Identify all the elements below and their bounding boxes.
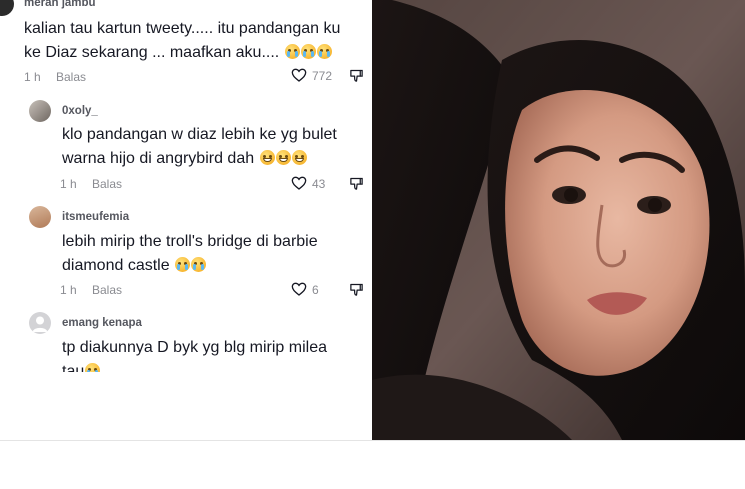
avatar[interactable] — [29, 100, 51, 122]
bottom-divider — [0, 440, 745, 441]
crying-emoji-icon — [85, 363, 101, 372]
comment-username[interactable]: emang kenapa — [62, 317, 142, 329]
crying-emoji-icon — [300, 44, 316, 59]
like-count: 772 — [312, 69, 333, 83]
comment-line: kalian tau kartun tweety..... itu pandan… — [24, 20, 341, 37]
heart-outline-icon[interactable] — [291, 176, 307, 190]
like-count: 43 — [312, 177, 326, 191]
comment-item: merah jambu kalian tau kartun tweety....… — [0, 0, 372, 90]
crying-emoji-icon — [191, 257, 207, 272]
comment-line: ke Diaz sekarang ... maafkan aku.... — [24, 41, 340, 65]
comment-item: itsmeufemia lebih mirip the troll's brid… — [0, 200, 372, 305]
crying-emoji-icon — [316, 44, 332, 59]
grinning-sweat-emoji-icon — [275, 150, 291, 165]
grinning-sweat-emoji-icon — [259, 150, 275, 165]
comment-text: lebih mirip the troll's bridge di barbie… — [62, 230, 318, 278]
comment-line: tau — [62, 360, 327, 372]
grinning-sweat-emoji-icon — [291, 150, 307, 165]
comment-line: tp diakunnya D byk yg blg mirip milea — [62, 339, 328, 356]
reply-button[interactable]: Balas — [92, 177, 122, 191]
comment-item: emang kenapa tp diakunnya D byk yg blg m… — [0, 308, 372, 372]
comment-time: 1 h — [24, 70, 41, 84]
comment-time: 1 h — [60, 177, 77, 191]
comment-item: 0xoly_ klo pandangan w diaz lebih ke yg … — [0, 95, 372, 195]
comment-line: diamond castle — [62, 254, 318, 278]
comment-username[interactable]: merah jambu — [24, 0, 96, 9]
comment-line: lebih mirip the troll's bridge di barbie — [62, 233, 318, 250]
thumbs-down-icon[interactable] — [349, 68, 364, 83]
avatar[interactable] — [29, 206, 51, 228]
comment-text: kalian tau kartun tweety..... itu pandan… — [24, 17, 340, 65]
portrait-image — [372, 0, 745, 440]
profile-photo — [372, 0, 745, 440]
crying-emoji-icon — [175, 257, 191, 272]
reply-button[interactable]: Balas — [56, 70, 86, 84]
crying-emoji-icon — [284, 44, 300, 59]
comment-username[interactable]: itsmeufemia — [62, 211, 129, 223]
avatar[interactable] — [0, 0, 14, 16]
comment-username[interactable]: 0xoly_ — [62, 105, 98, 117]
thumbs-down-icon[interactable] — [349, 282, 364, 297]
comment-time: 1 h — [60, 283, 77, 297]
thumbs-down-icon[interactable] — [349, 176, 364, 191]
like-count: 6 — [312, 283, 319, 297]
comment-text: klo pandangan w diaz lebih ke yg bulet w… — [62, 123, 337, 171]
default-avatar-icon[interactable] — [29, 312, 51, 334]
comment-text: tp diakunnya D byk yg blg mirip milea ta… — [62, 336, 327, 372]
heart-outline-icon[interactable] — [291, 282, 307, 296]
reply-button[interactable]: Balas — [92, 283, 122, 297]
comment-line: klo pandangan w diaz lebih ke yg bulet — [62, 126, 337, 143]
heart-outline-icon[interactable] — [291, 68, 307, 82]
comment-list: merah jambu kalian tau kartun tweety....… — [0, 0, 372, 372]
comment-line: warna hijo di angrybird dah — [62, 147, 337, 171]
